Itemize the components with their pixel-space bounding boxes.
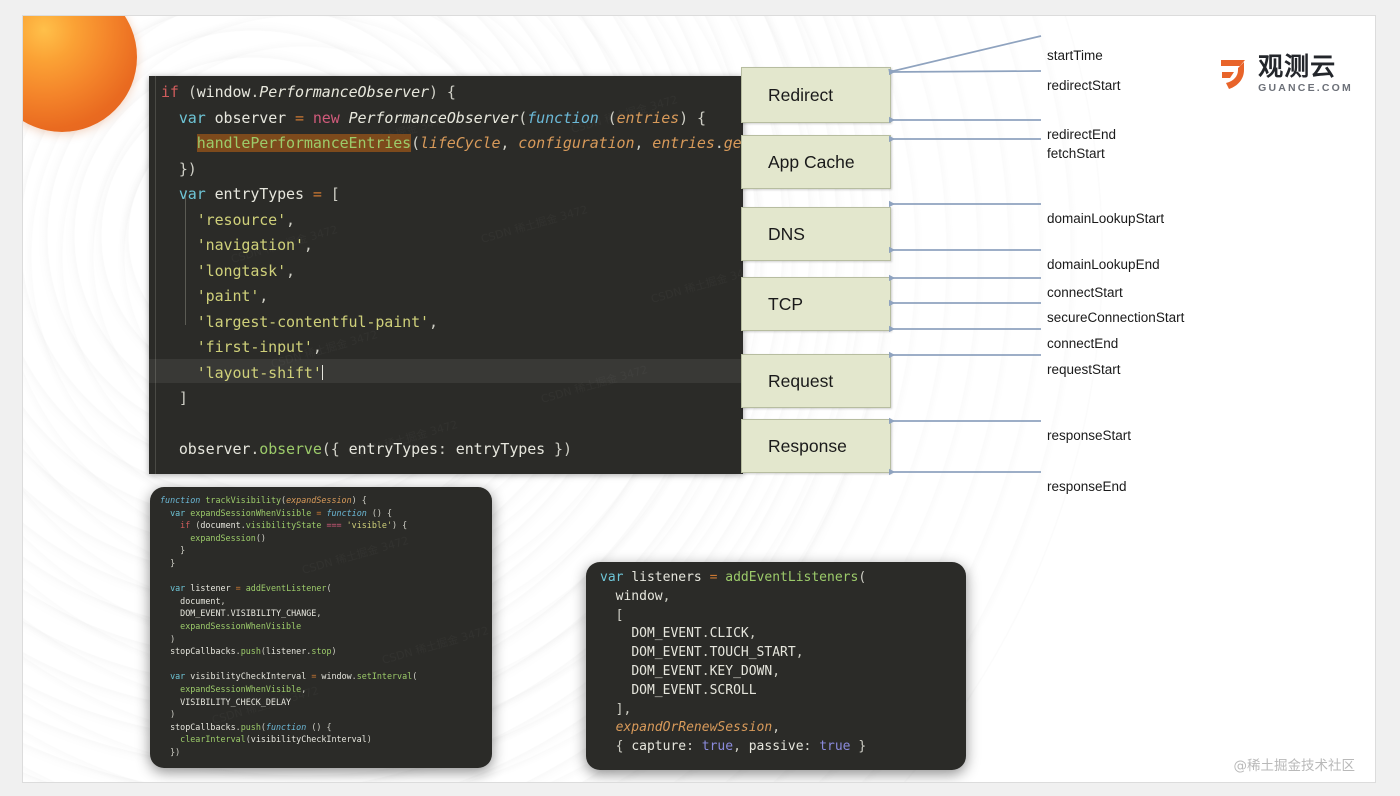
timing-box-dns: DNS <box>741 207 891 261</box>
timing-marker-requestStart: requestStart <box>1047 362 1121 377</box>
main-code-editor[interactable]: CSDN 稀土掘金 3472 CSDN 稀土掘金 3472 CSDN 稀土掘金 … <box>149 76 743 474</box>
slide-root: CSDN 稀土掘金 3472 CSDN 稀土掘金 3472 CSDN 稀土掘金 … <box>0 0 1400 796</box>
timing-box-response: Response <box>741 419 891 473</box>
track-visibility-code-card[interactable]: CSDN 稀土掘金 3472 CSDN 稀土掘金 3472 CSDN 稀土掘金 … <box>150 487 492 768</box>
editor-code-text: if (window.PerformanceObserver) { var ob… <box>161 83 743 458</box>
timing-box-label: App Cache <box>768 151 855 172</box>
slide-page: CSDN 稀土掘金 3472 CSDN 稀土掘金 3472 CSDN 稀土掘金 … <box>22 15 1376 783</box>
logo-name-en: GUANCE.COM <box>1258 82 1353 95</box>
timing-box-request: Request <box>741 354 891 408</box>
timing-box-redirect: Redirect <box>741 67 891 123</box>
timing-box-label: Redirect <box>768 84 834 105</box>
timing-box-label: Response <box>768 435 847 456</box>
editor-gutter-rule <box>155 76 156 474</box>
timing-box-label: Request <box>768 370 834 391</box>
sun-circle-decoration <box>23 16 137 132</box>
timing-marker-redirectEnd: redirectEnd <box>1047 127 1117 142</box>
timing-box-label: TCP <box>768 293 803 314</box>
guance-logo: 观测云 GUANCE.COM <box>1219 52 1353 95</box>
timing-marker-responseStart: responseStart <box>1047 428 1132 443</box>
timing-marker-domainLookupEnd: domainLookupEnd <box>1047 257 1160 272</box>
add-event-listeners-code-card[interactable]: var listeners = addEventListeners( windo… <box>586 562 966 770</box>
add-event-listeners-code-text: var listeners = addEventListeners( windo… <box>600 570 867 755</box>
timing-marker-connectEnd: connectEnd <box>1047 336 1119 351</box>
guance-mark-icon <box>1221 60 1246 90</box>
timing-marker-fetchStart: fetchStart <box>1047 146 1105 161</box>
timing-marker-secureConnectionStart: secureConnectionStart <box>1047 310 1185 325</box>
timing-box-label: DNS <box>768 223 805 244</box>
timing-marker-startTime: startTime <box>1047 48 1103 63</box>
logo-name-cn: 观测云 <box>1258 52 1337 81</box>
site-watermark: @稀土掘金技术社区 <box>1233 758 1356 774</box>
timing-marker-connectStart: connectStart <box>1047 285 1123 300</box>
timing-marker-redirectStart: redirectStart <box>1047 78 1121 93</box>
timing-marker-responseEnd: responseEnd <box>1047 479 1127 494</box>
timing-box-app-cache: App Cache <box>741 135 891 189</box>
timing-box-tcp: TCP <box>741 277 891 331</box>
track-visibility-code-text: function trackVisibility(expandSession) … <box>160 495 418 757</box>
timing-marker-domainLookupStart: domainLookupStart <box>1047 211 1165 226</box>
